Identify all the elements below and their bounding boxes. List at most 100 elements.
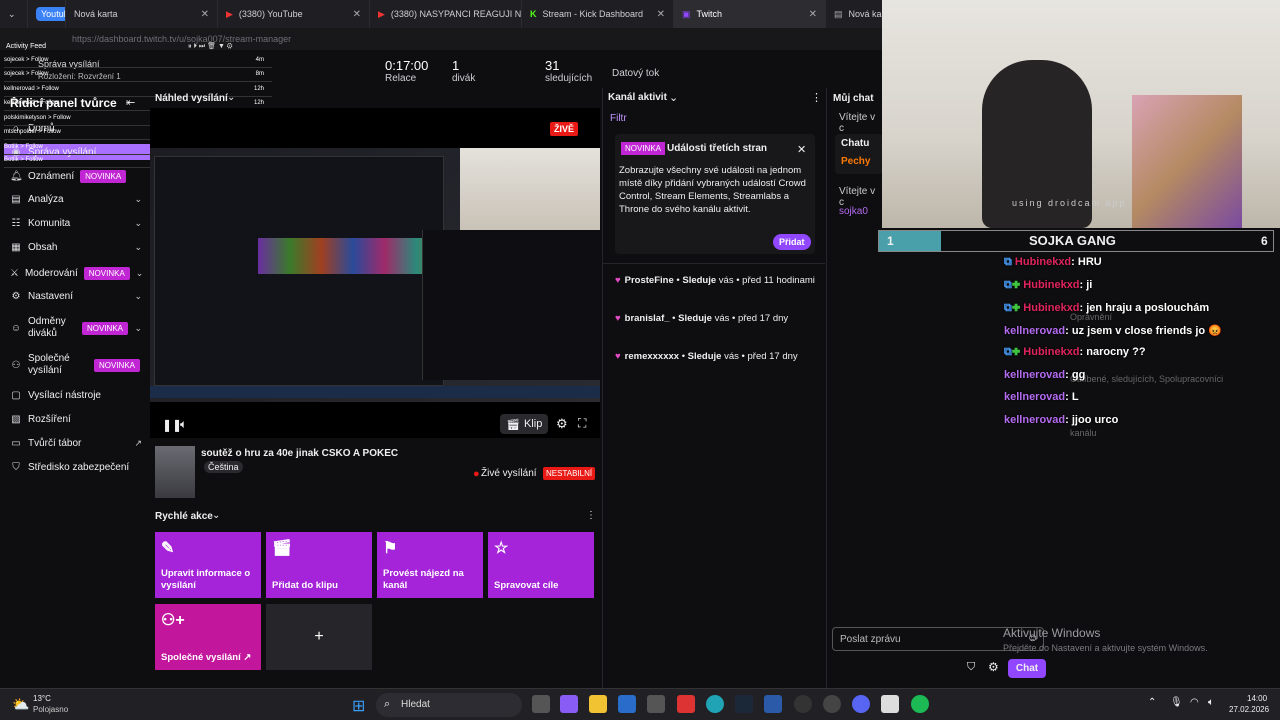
event-time: vás • před 11 hodinami <box>718 275 815 286</box>
shield-icon[interactable]: ⛉ <box>967 661 975 674</box>
close-icon[interactable]: ✕ <box>797 143 806 156</box>
steam-icon[interactable] <box>735 695 753 713</box>
sidebar-item-label: Rozšíření <box>28 414 71 425</box>
tab-youtube-group[interactable]: Youtube <box>28 0 66 28</box>
sidebar-item-content[interactable]: ▦ Obsah ⌄ <box>10 242 142 253</box>
fullscreen-icon[interactable]: ⛶ <box>578 416 586 431</box>
quick-action-raid[interactable]: ⚑ Provést nájezd na kanál <box>377 532 483 598</box>
store-icon[interactable] <box>618 695 636 713</box>
gear-icon[interactable]: ⚙ <box>988 660 999 674</box>
microphone-icon[interactable]: 🎙︎ <box>1170 697 1183 708</box>
app-icon[interactable] <box>677 695 695 713</box>
chevron-down-icon[interactable]: ⌄ <box>227 92 235 103</box>
add-button[interactable]: Přidat <box>773 234 811 250</box>
filter-link[interactable]: Filtr <box>610 113 627 124</box>
discord-icon[interactable] <box>852 695 870 713</box>
sidebar-item-label: Společné vysílání <box>28 353 70 376</box>
more-icon[interactable]: ⋮ <box>586 510 596 521</box>
feed-controls[interactable]: ⏸ ⏵ ⏭ 🗑 ▼ ⚙ <box>188 42 233 51</box>
sidebar-item-label: Oznámení <box>28 171 75 182</box>
tab-label: Nová ka <box>848 9 882 19</box>
sidebar-item-label: Odměny diváků <box>28 316 66 339</box>
spotify-icon[interactable] <box>911 695 929 713</box>
preview-title[interactable]: Náhled vysílání <box>155 93 228 104</box>
close-icon[interactable]: ✕ <box>353 9 361 20</box>
stat-bitrate[interactable]: Datový tok <box>612 68 659 79</box>
chat-welcome: Vítejte v c <box>839 112 876 134</box>
close-icon[interactable]: ✕ <box>809 9 817 20</box>
wifi-icon[interactable]: ◠ <box>1190 697 1199 708</box>
clock-date[interactable]: 27.02.2026 <box>1229 705 1269 714</box>
quick-action-edit-info[interactable]: ✎ Upravit informace o vysílání <box>155 532 261 598</box>
language-tag[interactable]: Čeština <box>204 461 243 473</box>
sidebar-item-safety[interactable]: ⛉ Středisko zabezpečení <box>10 462 142 473</box>
add-quick-action-button[interactable]: + <box>266 604 372 670</box>
chat-send-button[interactable]: Chat <box>1008 659 1046 678</box>
sidebar-item-tools[interactable]: ▢ Vysílací nástroje <box>10 390 142 401</box>
event-user[interactable]: ProsteFine <box>625 275 674 286</box>
gear-icon[interactable]: ⚙ <box>556 416 568 432</box>
app-icon[interactable] <box>823 695 841 713</box>
sidebar-item-moderation[interactable]: ⚔ Moderování NOVINKA ⌄ <box>10 267 143 280</box>
tab-youtube-video[interactable]: ▶(3380) NASYPANCI REAGUJI NA✕ <box>370 0 522 28</box>
stream-title[interactable]: soutěž o hru za 40e jinak CSKO A POKEC <box>201 448 398 459</box>
quick-action-goals[interactable]: ☆ Spravovat cíle <box>488 532 594 598</box>
taskbar-search[interactable]: ⌕ Hledat <box>376 693 522 717</box>
sidebar-item-notifications[interactable]: 🔔︎ Oznámení NOVINKA <box>10 170 142 183</box>
sidebar-item-creator-camp[interactable]: ▭ Tvůrčí tábor ↗ <box>10 438 142 449</box>
pinned-item: Pechy <box>841 156 871 167</box>
sidebar-item-analytics[interactable]: ▤ Analýza ⌄ <box>10 194 142 205</box>
chat-title[interactable]: Můj chat <box>833 93 874 104</box>
sidebar-item-community[interactable]: ☷ Komunita ⌄ <box>10 218 142 229</box>
close-icon[interactable]: ✕ <box>657 9 665 20</box>
activity-title[interactable]: Kanál aktivit <box>608 92 667 103</box>
app-icon[interactable] <box>647 695 665 713</box>
app-icon[interactable] <box>881 695 899 713</box>
close-icon[interactable]: ✕ <box>201 9 209 20</box>
quick-action-collab[interactable]: ⚇+ Společné vysílání ↗ <box>155 604 261 670</box>
feed-row-time: 8m <box>255 71 264 77</box>
clip-button[interactable]: 🎬︎ Klip <box>500 414 548 434</box>
video-player[interactable]: ŽIVĚ ❚❚ 🔈︎ 🎬︎ Klip ⚙ ⛶ <box>150 108 600 438</box>
sidebar-item-extensions[interactable]: ▧ Rozšíření <box>10 414 142 425</box>
tab-new-2[interactable]: ▤ Nová ka <box>826 0 882 28</box>
chevron-down-icon[interactable]: ⌄ <box>212 510 220 521</box>
sidebar-item-label: Obsah <box>28 242 58 253</box>
task-view-icon[interactable] <box>532 695 550 713</box>
chevron-up-icon[interactable]: ⌃ <box>1148 697 1156 708</box>
app-icon[interactable] <box>764 695 782 713</box>
copilot-icon[interactable] <box>560 695 578 713</box>
file-explorer-icon[interactable] <box>589 695 607 713</box>
overlay-message: ⧉✚ Hubinekxd: jen hraju a poslouchám <box>1004 302 1209 315</box>
obs-icon[interactable] <box>794 695 812 713</box>
event-user[interactable]: remexxxxxx <box>625 351 679 362</box>
volume-icon[interactable]: 🔈︎ <box>180 417 187 432</box>
tab-twitch[interactable]: ▣ Twitch ✕ <box>674 0 826 28</box>
windows-start-icon[interactable]: ⊞ <box>352 696 365 716</box>
sidebar-item-settings[interactable]: ⚙ Nastavení ⌄ <box>10 291 142 302</box>
weather-icon[interactable]: ⛅ <box>12 696 29 713</box>
quick-actions-title[interactable]: Rychlé akce <box>155 511 213 522</box>
preview-header: Náhled vysílání ⌄ <box>150 90 600 108</box>
edge-icon[interactable] <box>706 695 724 713</box>
chat-user[interactable]: sojka0 <box>839 206 868 217</box>
more-icon[interactable]: ⋮ <box>811 91 822 104</box>
feed-row-text: sojecek > Follow <box>4 57 49 63</box>
sidebar: Řídicí panel tvůrce ⇤ ⌂ Domů ◉ Správa vysí… <box>0 88 154 686</box>
tab-kick[interactable]: K Stream - Kick Dashboard ✕ <box>522 0 674 28</box>
tab-youtube[interactable]: ▶ (3380) YouTube ✕ <box>218 0 370 28</box>
heart-icon: ♥ <box>615 313 621 324</box>
chevron-down-icon: ⌄ <box>8 8 16 19</box>
chevron-down-icon[interactable]: ⌄ <box>669 91 678 104</box>
community-icon: ☷ <box>11 218 21 229</box>
sidebar-item-rewards[interactable]: ☺ Odměny diváků NOVINKA ⌄ <box>10 316 142 340</box>
tab-list-button[interactable]: ⌄ <box>0 0 28 28</box>
message-user: kellnerovad <box>1004 414 1066 426</box>
quick-action-add-clip[interactable]: 🎬︎ Přidat do klipu <box>266 532 372 598</box>
event-user[interactable]: branislaf_ <box>625 313 670 324</box>
sidebar-item-collab[interactable]: ⚇ Společné vysílání NOVINKA <box>10 353 142 377</box>
clock-time[interactable]: 14:00 <box>1247 694 1267 703</box>
volume-icon[interactable]: 🔈︎ <box>1208 697 1214 708</box>
sub-badge-icon: ✚ <box>1011 302 1021 314</box>
tab-new[interactable]: Nová karta ✕ <box>66 0 218 28</box>
